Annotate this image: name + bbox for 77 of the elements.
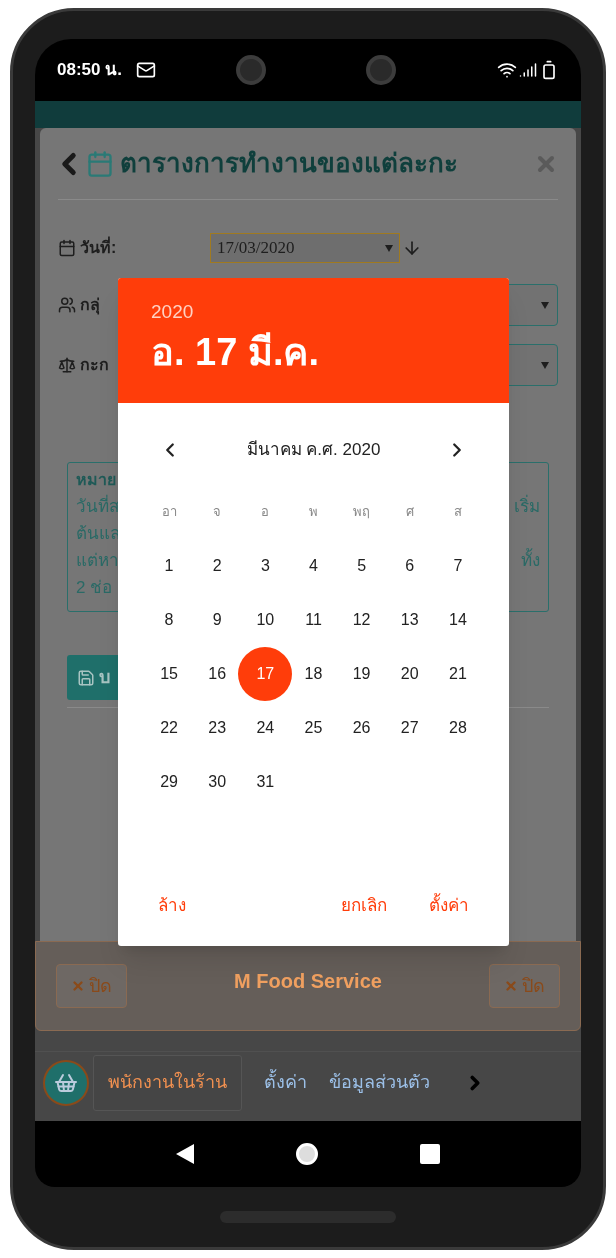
dropdown-icon (385, 244, 393, 252)
weekday-label: อา (161, 503, 177, 522)
camera-icon (366, 55, 397, 85)
field-label: วันที่: (80, 236, 117, 260)
day-cell[interactable]: 27 (389, 708, 430, 748)
day-cell[interactable]: 29 (149, 762, 190, 802)
day-cell[interactable]: 18 (293, 654, 334, 694)
wifi-icon (497, 60, 517, 80)
day-cell[interactable]: 5 (341, 546, 382, 586)
day-cell[interactable]: 16 (197, 654, 238, 694)
dialog-action[interactable]: ตั้งค่า (423, 888, 475, 924)
weekday-label: ส (453, 503, 462, 522)
note-text: วันที่ส (76, 493, 119, 520)
note-text: 2 ช่อ (76, 577, 113, 599)
modal-title: ตารางการทำงานของแต่ละกะ (120, 147, 458, 180)
day-cell[interactable]: 25 (293, 708, 334, 748)
calendar-icon (58, 239, 76, 257)
day-cell[interactable]: 13 (389, 600, 430, 640)
note-text: ทั้ง (521, 547, 540, 574)
day-cell[interactable]: 6 (389, 546, 430, 586)
note-text: ต้นแล (76, 523, 120, 545)
back-icon[interactable] (176, 1144, 194, 1164)
day-cell[interactable]: 8 (149, 600, 190, 640)
weekday-label: พฤ (353, 503, 371, 522)
nav-tab[interactable]: พนักงานในร้าน (93, 1054, 242, 1111)
note-text: แต่หา (76, 550, 119, 572)
weekday-label: ศ (405, 503, 414, 522)
weekday-label: อ (261, 503, 270, 522)
day-cell[interactable]: 31 (245, 762, 286, 802)
day-cell[interactable]: 20 (389, 654, 430, 694)
day-cell[interactable]: 11 (293, 600, 334, 640)
day-cell[interactable]: 19 (341, 654, 382, 694)
brand-name: M Food Service (234, 969, 382, 994)
day-cell[interactable]: 2 (197, 546, 238, 586)
day-cell[interactable]: 28 (437, 708, 478, 748)
day-cell[interactable]: 1 (149, 546, 190, 586)
nav-tab[interactable]: ตั้งค่า (264, 1054, 307, 1111)
save-icon (77, 668, 95, 687)
note-text: เริ่ม (514, 493, 540, 520)
close-icon (504, 979, 518, 993)
weekday-label: จ (213, 503, 222, 522)
day-cell[interactable]: 14 (437, 600, 478, 640)
day-cell[interactable]: 21 (437, 654, 478, 694)
day-cell[interactable]: 17 (238, 647, 293, 701)
day-cell[interactable]: 12 (341, 600, 382, 640)
signal-icon (519, 61, 537, 79)
camera-icon (236, 55, 267, 85)
day-cell[interactable]: 3 (245, 546, 286, 586)
day-cell[interactable]: 7 (437, 546, 478, 586)
day-cell[interactable]: 26 (341, 708, 382, 748)
field-label: กะก (80, 355, 109, 375)
dialog-action[interactable]: ล้าง (152, 888, 192, 924)
status-time: 08:50 น. (57, 59, 122, 82)
day-cell[interactable]: 24 (245, 708, 286, 748)
day-cell[interactable]: 30 (197, 762, 238, 802)
basket-button[interactable] (43, 1059, 89, 1106)
home-icon[interactable] (296, 1143, 318, 1165)
weekday-label: พ (309, 503, 318, 522)
scale-icon (58, 356, 76, 374)
day-cell[interactable]: 23 (197, 708, 238, 748)
field-label: กลุ่ (80, 295, 100, 317)
note-title: หมาย (76, 470, 117, 490)
nav-tab[interactable]: ข้อมูลส่วนตัว (329, 1054, 430, 1111)
dialog-action[interactable]: ยกเลิก (335, 888, 393, 924)
day-cell[interactable]: 10 (245, 600, 286, 640)
month-label: มีนาคม ค.ศ. 2020 (246, 439, 381, 462)
users-icon (58, 296, 76, 314)
close-icon (71, 979, 85, 993)
dropdown-icon (541, 361, 549, 369)
selected-date: อ. 17 มี.ค. (151, 330, 320, 375)
calendar-icon (86, 149, 114, 178)
dropdown-icon (541, 301, 549, 309)
mail-icon (135, 60, 156, 80)
day-cell[interactable]: 4 (293, 546, 334, 586)
day-cell[interactable]: 22 (149, 708, 190, 748)
day-cell[interactable]: 15 (149, 654, 190, 694)
day-cell[interactable]: 9 (197, 600, 238, 640)
